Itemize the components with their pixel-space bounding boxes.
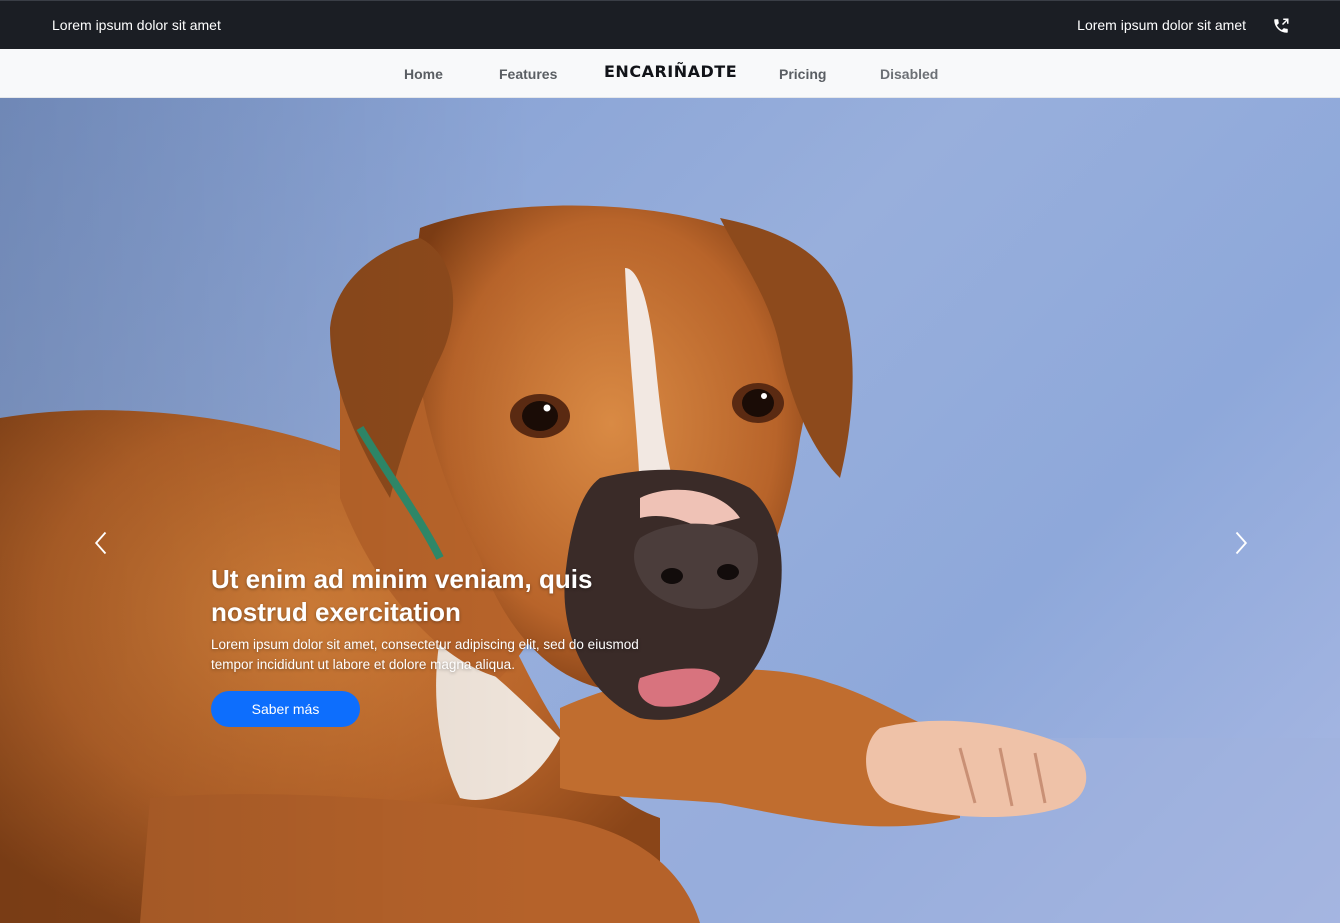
top-bar: Lorem ipsum dolor sit amet Lorem ipsum d… [0, 0, 1340, 49]
nav-item-features[interactable]: Features [499, 66, 557, 82]
caption-title: Ut enim ad minim veniam, quis nostrud ex… [211, 564, 593, 627]
nav-item-disabled: Disabled [880, 66, 939, 82]
phone-call-icon[interactable] [1272, 17, 1290, 35]
hero-carousel: Ut enim ad minim veniam, quis nostrud ex… [0, 98, 1340, 923]
top-bar-left-text: Lorem ipsum dolor sit amet [52, 17, 221, 33]
brand-logo[interactable]: ENCARIÑADTE [604, 62, 737, 81]
boxer-dog-photo [0, 98, 1340, 923]
chevron-left-icon[interactable] [88, 528, 116, 558]
chevron-right-icon[interactable] [1226, 528, 1254, 558]
saber-mas-button[interactable]: Saber más [211, 691, 360, 727]
carousel-caption: Ut enim ad minim veniam, quis nostrud ex… [211, 563, 681, 675]
caption-text: Lorem ipsum dolor sit amet, consectetur … [211, 637, 639, 672]
top-bar-right-text: Lorem ipsum dolor sit amet [1077, 17, 1246, 33]
main-nav: Home Features ENCARIÑADTE Pricing Disabl… [0, 49, 1340, 98]
nav-item-home[interactable]: Home [404, 66, 443, 82]
nav-item-pricing[interactable]: Pricing [779, 66, 826, 82]
